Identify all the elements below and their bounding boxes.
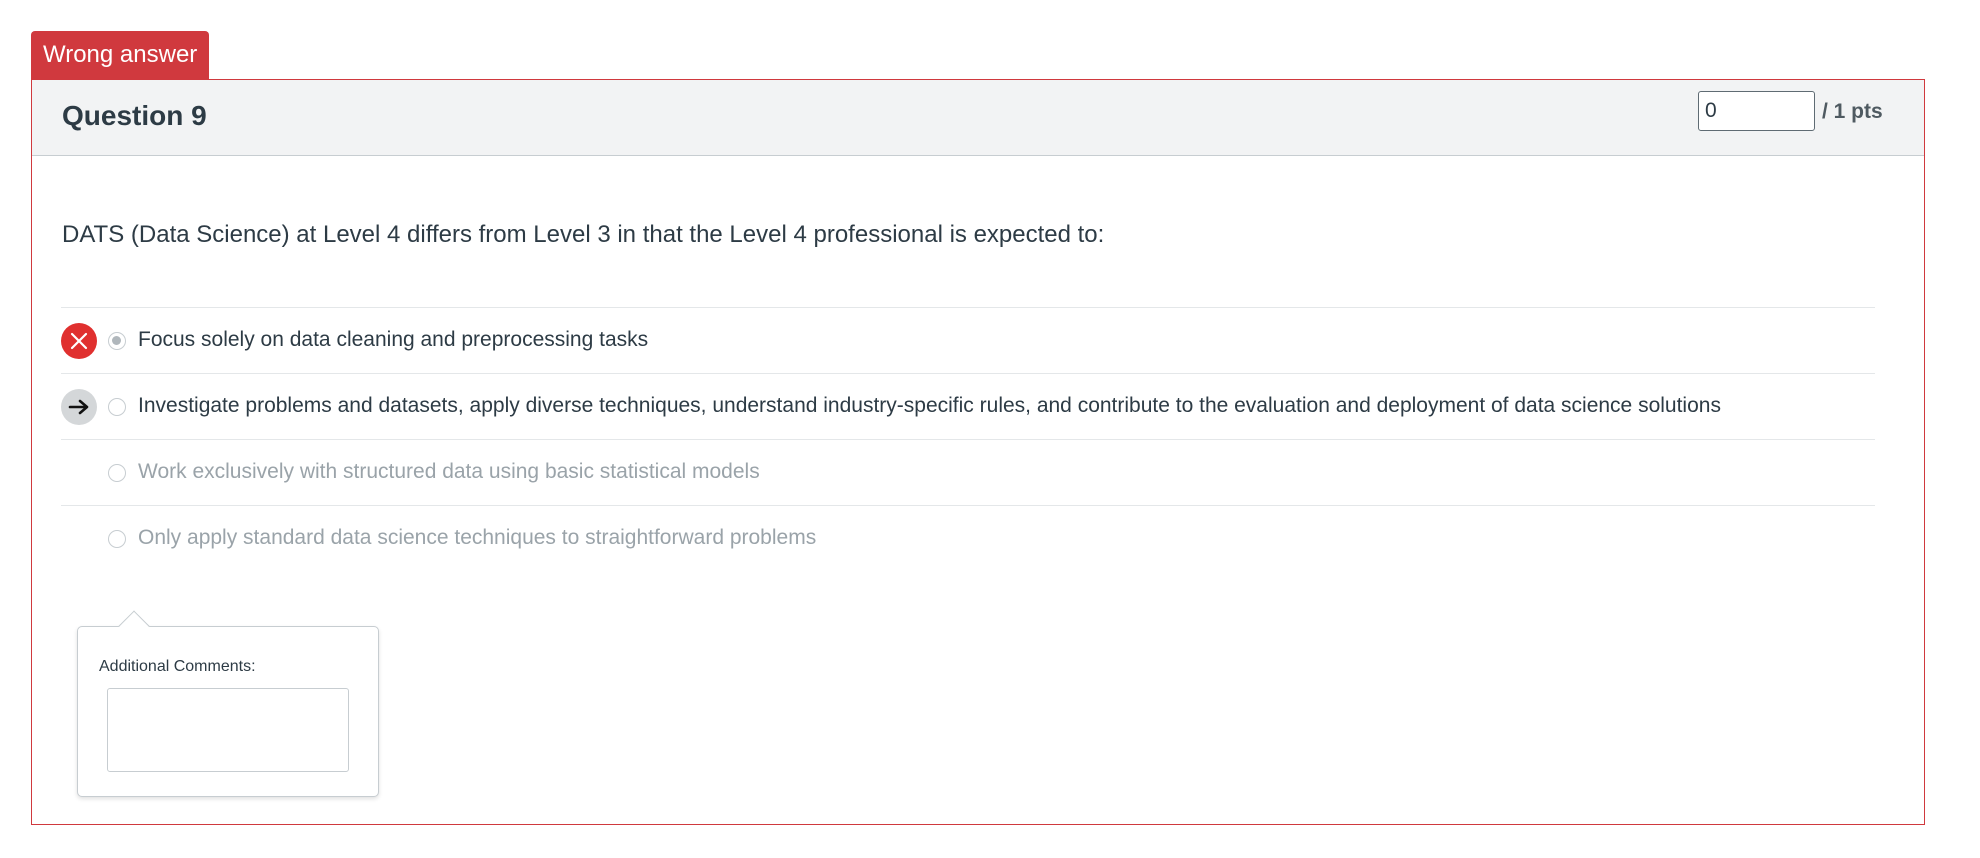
comments-label: Additional Comments:: [99, 658, 256, 675]
answer-list: Focus solely on data cleaning and prepro…: [61, 307, 1875, 571]
score-input[interactable]: [1698, 91, 1815, 131]
additional-comments-popover: Additional Comments:: [77, 610, 379, 797]
question-text: DATS (Data Science) at Level 4 differs f…: [62, 221, 1105, 248]
answer-option: Focus solely on data cleaning and prepro…: [61, 307, 1875, 373]
question-header: Question 9 / 1 pts: [32, 80, 1924, 156]
answer-radio[interactable]: [108, 332, 126, 350]
x-icon: [61, 323, 97, 359]
answer-radio[interactable]: [108, 530, 126, 548]
answer-label: Only apply standard data science techniq…: [138, 526, 817, 549]
wrong-answer-badge: Wrong answer: [31, 31, 210, 79]
answer-radio[interactable]: [108, 464, 126, 482]
answer-option: Only apply standard data science techniq…: [61, 505, 1875, 571]
answer-label: Focus solely on data cleaning and prepro…: [138, 328, 649, 351]
answer-label: Investigate problems and datasets, apply…: [138, 394, 1721, 417]
answer-option: Work exclusively with structured data us…: [61, 439, 1875, 505]
question-title: Question 9: [62, 100, 207, 131]
answer-radio[interactable]: [108, 398, 126, 416]
answer-option: Investigate problems and datasets, apply…: [61, 373, 1875, 439]
answer-label: Work exclusively with structured data us…: [138, 460, 760, 483]
popover-caret: [118, 610, 150, 642]
question-card: Question 9 / 1 pts DATS (Data Science) a…: [31, 79, 1925, 825]
points-label: / 1 pts: [1822, 100, 1883, 123]
comments-textarea[interactable]: [107, 688, 349, 772]
arrow-right-icon: [61, 389, 97, 425]
